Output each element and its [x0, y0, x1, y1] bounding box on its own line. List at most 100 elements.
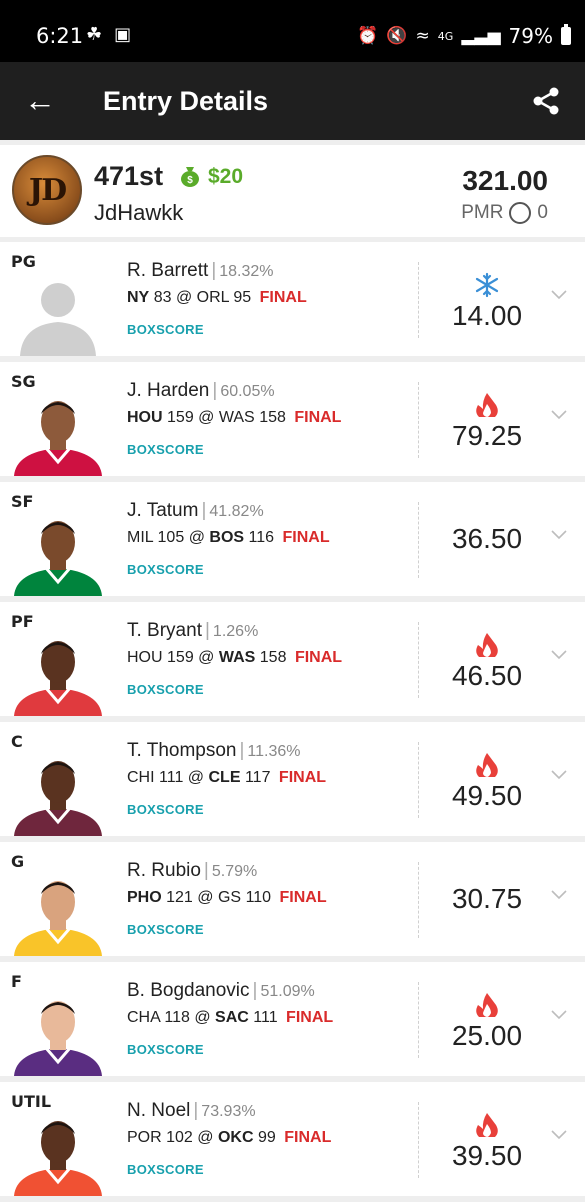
opponent-score: 111	[253, 1009, 278, 1026]
chevron-down-icon[interactable]	[551, 1010, 567, 1020]
name-separator: |	[212, 380, 218, 401]
column-divider	[418, 742, 419, 818]
player-name-line[interactable]: J. Tatum | 41.82%	[127, 500, 264, 522]
at-sign: @	[194, 1009, 211, 1026]
ownership-percent: 60.05%	[220, 383, 275, 400]
wifi-icon: ≈	[415, 26, 430, 46]
chevron-down-icon[interactable]	[551, 1130, 567, 1140]
player-row[interactable]: G R. Rubio | 5.79% PHO 121 @ GS 110 FINAL …	[0, 842, 585, 956]
player-name[interactable]: R. Barrett	[127, 260, 208, 281]
share-icon[interactable]	[531, 86, 561, 116]
chevron-down-icon[interactable]	[551, 530, 567, 540]
page-title: Entry Details	[103, 86, 269, 116]
player-name[interactable]: T. Thompson	[127, 740, 236, 761]
name-separator: |	[204, 620, 210, 641]
player-row[interactable]: UTIL N. Noel | 73.93% POR 102 @ OKC 99 FIN…	[0, 1082, 585, 1196]
at-sign: @	[198, 409, 215, 426]
player-row[interactable]: F B. Bogdanovic | 51.09% CHA 118 @ SAC 111…	[0, 962, 585, 1076]
player-row[interactable]: PG R. Barrett | 18.32% NY 83 @ ORL 95 FINA…	[0, 242, 585, 356]
team-score: 118	[164, 1009, 190, 1026]
player-name[interactable]: J. Harden	[127, 380, 209, 401]
chevron-down-icon[interactable]	[551, 770, 567, 780]
fantasy-points: 49.50	[451, 780, 523, 811]
player-row[interactable]: PF T. Bryant | 1.26% HOU 159 @ WAS 158 FIN…	[0, 602, 585, 716]
team-abbr: CHA	[127, 1009, 160, 1026]
player-row[interactable]: SG J. Harden | 60.05% HOU 159 @ WAS 158 FI…	[0, 362, 585, 476]
player-row[interactable]: SF J. Tatum | 41.82% MIL 105 @ BOS 116 FIN…	[0, 482, 585, 596]
opponent-score: 99	[258, 1129, 276, 1146]
name-separator: |	[211, 260, 217, 281]
status-time: 6:21	[36, 24, 84, 48]
team-score: 111	[159, 769, 184, 786]
boxscore-link[interactable]: BOXSCORE	[127, 922, 204, 937]
fantasy-points: 25.00	[451, 1020, 523, 1051]
game-status: FINAL	[278, 769, 327, 786]
game-status: FINAL	[284, 1129, 332, 1146]
at-sign: @	[198, 649, 215, 666]
player-name[interactable]: J. Tatum	[127, 500, 198, 521]
player-name[interactable]: N. Noel	[127, 1100, 190, 1121]
boxscore-link[interactable]: BOXSCORE	[127, 1042, 204, 1057]
game-status: FINAL	[282, 529, 330, 546]
player-name-line[interactable]: R. Rubio | 5.79%	[127, 860, 257, 882]
team-score: 105	[157, 529, 185, 546]
pmr-value: 0	[537, 202, 548, 223]
game-status: FINAL	[279, 889, 327, 906]
player-photo	[12, 1110, 104, 1196]
team-abbr: HOU	[127, 409, 163, 426]
player-name[interactable]: T. Bryant	[127, 620, 202, 641]
chevron-down-icon[interactable]	[551, 410, 567, 420]
game-result: HOU 159 @ WAS 158 FINAL	[127, 409, 341, 427]
opponent-score: 158	[259, 409, 286, 426]
total-points: 321.00	[462, 165, 548, 196]
column-divider	[418, 622, 419, 698]
opponent-abbr: WAS	[218, 409, 255, 426]
boxscore-link[interactable]: BOXSCORE	[127, 1162, 204, 1177]
fantasy-points: 46.50	[451, 660, 523, 691]
opponent-score: 116	[248, 529, 275, 546]
at-sign: @	[197, 889, 214, 906]
avatar[interactable]: JD	[12, 155, 82, 225]
player-row[interactable]: C T. Thompson | 11.36% CHI 111 @ CLE 117 F…	[0, 722, 585, 836]
back-arrow-icon[interactable]: ←	[24, 80, 56, 120]
roster-list: PG R. Barrett | 18.32% NY 83 @ ORL 95 FINA…	[0, 242, 585, 1202]
team-abbr: MIL	[127, 529, 154, 546]
player-name-line[interactable]: N. Noel | 73.93%	[127, 1100, 256, 1122]
player-name-line[interactable]: R. Barrett | 18.32%	[127, 260, 274, 282]
boxscore-link[interactable]: BOXSCORE	[127, 442, 204, 457]
column-divider	[418, 1102, 419, 1178]
status-bar: 6:21 ☘ ▣ ⏰ 🔇 ≈ 4G ▂▃▅ 79%	[0, 0, 585, 62]
boxscore-link[interactable]: BOXSCORE	[127, 802, 204, 817]
fantasy-points: 30.75	[451, 883, 523, 914]
player-name-line[interactable]: B. Bogdanovic | 51.09%	[127, 980, 315, 1002]
system-icons: ⏰ 🔇 ≈ 4G ▂▃▅ 79%	[357, 24, 571, 48]
network-label: 4G	[437, 29, 454, 43]
battery-percent: 79%	[508, 24, 553, 48]
chevron-down-icon[interactable]	[551, 290, 567, 300]
opponent-abbr: GS	[217, 889, 242, 906]
team-score: 121	[166, 889, 193, 906]
player-position: SG	[11, 372, 36, 391]
pmr-label: PMR	[461, 202, 504, 223]
hot-streak-flame-icon	[476, 1113, 498, 1137]
app-bar: ← Entry Details	[0, 62, 585, 140]
chevron-down-icon[interactable]	[551, 650, 567, 660]
fantasy-points: 39.50	[451, 1140, 523, 1171]
player-photo	[12, 390, 104, 476]
boxscore-link[interactable]: BOXSCORE	[127, 682, 204, 697]
player-name[interactable]: B. Bogdanovic	[127, 980, 250, 1001]
player-name[interactable]: R. Rubio	[127, 860, 201, 881]
boxscore-link[interactable]: BOXSCORE	[127, 562, 204, 577]
team-score: 102	[166, 1129, 193, 1146]
opponent-abbr: CLE	[208, 769, 241, 786]
game-result: HOU 159 @ WAS 158 FINAL	[127, 649, 342, 667]
team-abbr: HOU	[127, 649, 163, 666]
boxscore-link[interactable]: BOXSCORE	[127, 322, 204, 337]
game-status: FINAL	[294, 649, 343, 666]
player-name-line[interactable]: T. Thompson | 11.36%	[127, 740, 301, 762]
player-name-line[interactable]: J. Harden | 60.05%	[127, 380, 275, 402]
player-name-line[interactable]: T. Bryant | 1.26%	[127, 620, 258, 642]
chevron-down-icon[interactable]	[551, 890, 567, 900]
hot-streak-flame-icon	[476, 753, 498, 777]
opponent-score: 117	[244, 769, 271, 786]
